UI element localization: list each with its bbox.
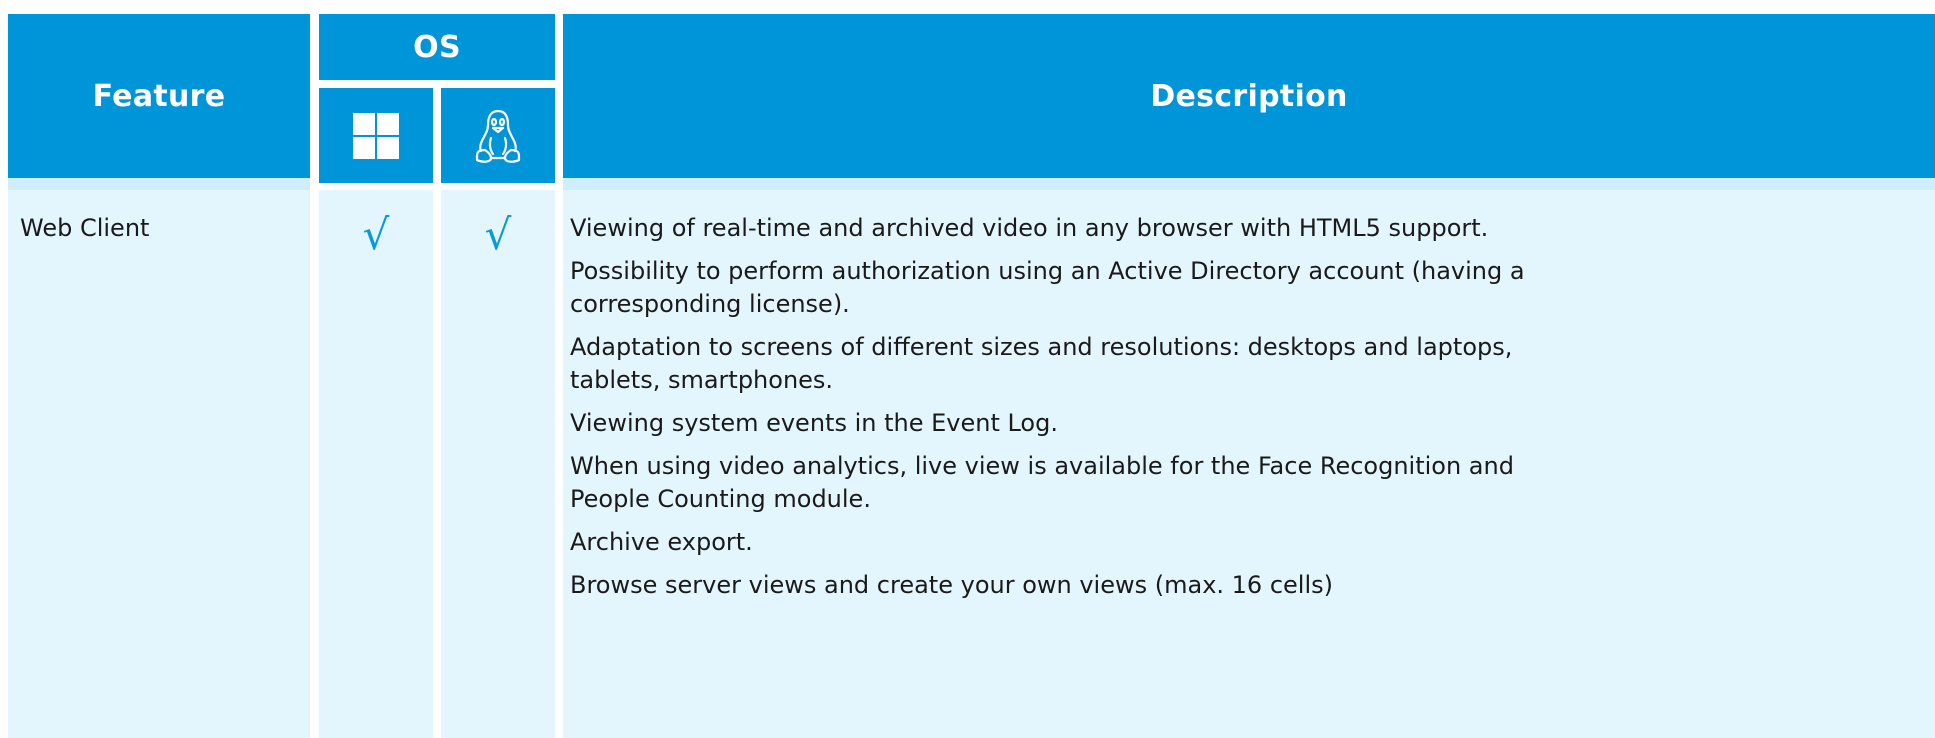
table-row-windows-cell: √ [319, 190, 433, 738]
description-item: Possibility to perform authorization usi… [570, 257, 1525, 318]
linux-column-header [441, 88, 555, 183]
table-row-linux-cell: √ [441, 190, 555, 738]
description-item: Archive export. [570, 528, 753, 556]
feature-name: Web Client [20, 214, 150, 242]
description-item: Browse server views and create your own … [570, 571, 1333, 599]
header-separator [8, 178, 310, 190]
os-header-label: OS [413, 29, 461, 65]
linux-tux-icon [475, 109, 521, 163]
feature-column-header: Feature [8, 14, 310, 178]
windows-logo-icon [353, 112, 399, 159]
table-row-feature-cell: Web Client [8, 190, 310, 738]
description-list: Viewing of real-time and archived video … [570, 212, 1570, 612]
feature-header-label: Feature [92, 78, 226, 114]
description-item: When using video analytics, live view is… [570, 452, 1514, 513]
description-item: Viewing of real-time and archived video … [570, 214, 1489, 242]
linux-supported-check: √ [484, 210, 512, 259]
description-item: Adaptation to screens of different sizes… [570, 333, 1513, 394]
description-item: Viewing system events in the Event Log. [570, 409, 1058, 437]
header-separator [563, 178, 1935, 190]
os-column-header: OS [319, 14, 555, 80]
table-row-description-cell: Viewing of real-time and archived video … [563, 190, 1935, 738]
description-column-header: Description [563, 14, 1935, 178]
windows-column-header [319, 88, 433, 183]
description-header-label: Description [1150, 78, 1348, 114]
windows-supported-check: √ [362, 210, 390, 259]
